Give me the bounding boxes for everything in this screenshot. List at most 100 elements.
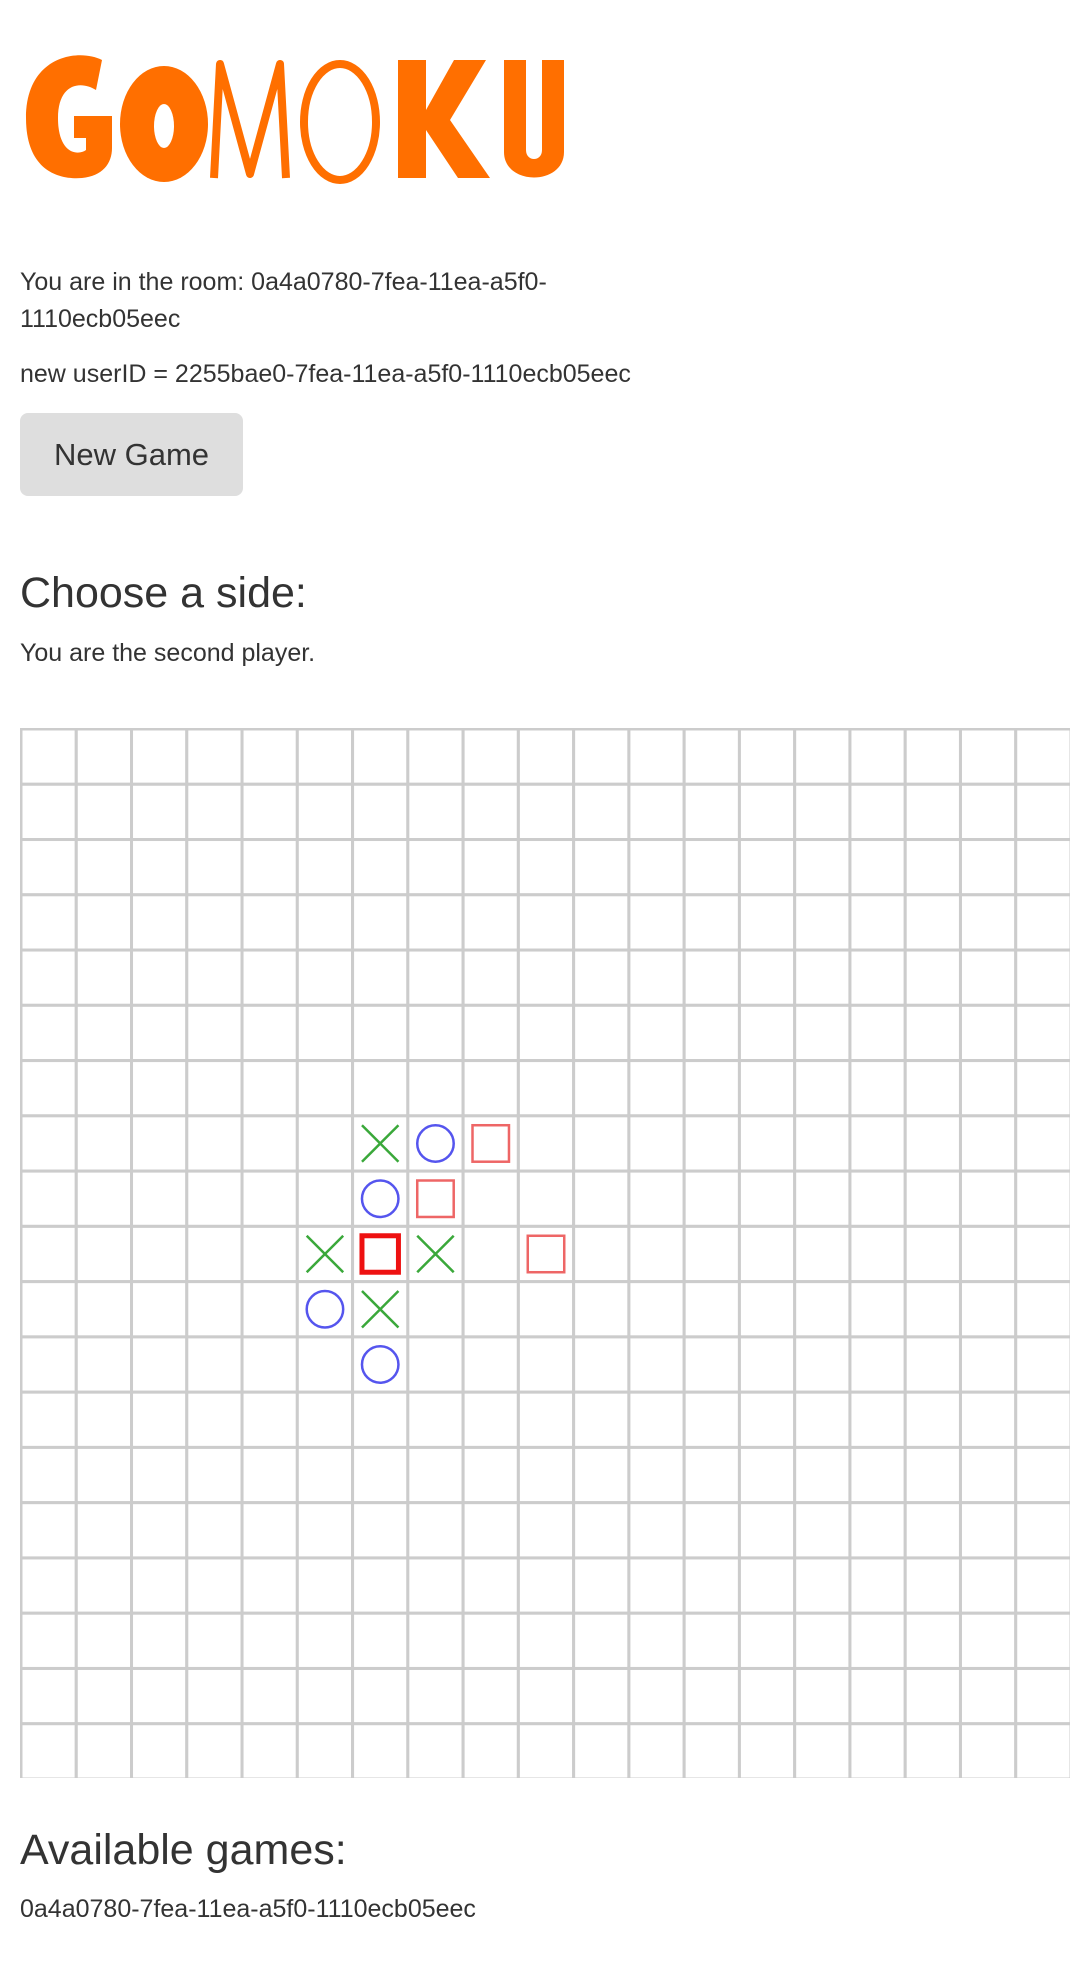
board-cell[interactable] (351, 1390, 410, 1449)
board-cell[interactable] (74, 893, 134, 952)
board-cell[interactable] (185, 1501, 244, 1560)
board-cell[interactable] (20, 838, 78, 897)
board-cell[interactable] (903, 1501, 962, 1560)
board-cell[interactable] (572, 1169, 631, 1228)
board-cell[interactable] (74, 1556, 134, 1615)
board-cell[interactable] (516, 1722, 576, 1778)
board-cell[interactable] (903, 1666, 962, 1726)
board-cell[interactable] (295, 1003, 355, 1063)
board-cell[interactable] (848, 1611, 907, 1670)
board-cell[interactable] (737, 1722, 797, 1778)
board-cell[interactable] (682, 1556, 741, 1615)
board-cell[interactable] (793, 893, 852, 952)
game-board[interactable] (20, 728, 1070, 1778)
board-cell[interactable] (74, 1611, 134, 1670)
board-cell[interactable] (958, 1666, 1018, 1726)
board-cell[interactable] (793, 1003, 852, 1063)
board-cell[interactable] (958, 948, 1018, 1007)
board-cell[interactable] (793, 1445, 852, 1505)
board-cell[interactable] (130, 728, 189, 786)
board-cell[interactable] (130, 1003, 189, 1063)
board-cell[interactable] (572, 1556, 631, 1615)
board-cell[interactable] (958, 893, 1018, 952)
board-cell[interactable] (848, 1390, 907, 1449)
board-cell[interactable] (461, 1280, 520, 1339)
board-cell[interactable] (406, 893, 465, 952)
board-cell[interactable] (1014, 1556, 1070, 1615)
board-cell[interactable] (20, 1445, 78, 1505)
board-cell[interactable] (130, 948, 189, 1007)
board-cell[interactable] (240, 728, 299, 786)
board-cell[interactable] (627, 838, 686, 897)
board-cell[interactable] (958, 1390, 1018, 1449)
board-cell[interactable] (572, 838, 631, 897)
board-cell[interactable] (793, 948, 852, 1007)
board-cell[interactable] (1014, 1224, 1070, 1284)
board-cell[interactable] (351, 1501, 410, 1560)
board-cell[interactable] (737, 1390, 797, 1449)
board-cell[interactable] (793, 1280, 852, 1339)
board-cell[interactable] (74, 1280, 134, 1339)
board-cell[interactable] (240, 1280, 299, 1339)
new-game-button[interactable]: New Game (20, 413, 243, 496)
board-cell[interactable] (295, 1390, 355, 1449)
board-cell[interactable] (461, 1003, 520, 1063)
board-cell[interactable] (516, 1169, 576, 1228)
board-cell[interactable] (130, 1280, 189, 1339)
board-cell[interactable] (295, 728, 355, 786)
board-cell[interactable] (627, 1003, 686, 1063)
board-cell[interactable] (848, 1445, 907, 1505)
board-cell[interactable] (130, 1059, 189, 1118)
board-cell[interactable] (130, 1722, 189, 1778)
board-cell[interactable] (682, 1501, 741, 1560)
board-cell[interactable] (572, 1224, 631, 1284)
board-cell[interactable] (627, 1556, 686, 1615)
board-cell[interactable] (682, 948, 741, 1007)
board-cell[interactable] (848, 1114, 907, 1173)
board-cell[interactable] (406, 1003, 465, 1063)
board-cell[interactable] (240, 782, 299, 842)
board-cell[interactable] (848, 838, 907, 897)
board-cell[interactable] (516, 1003, 576, 1063)
board-cell[interactable] (295, 1059, 355, 1118)
board-cell[interactable] (1014, 838, 1070, 897)
board-cell[interactable] (1014, 948, 1070, 1007)
board-cell[interactable] (1014, 1445, 1070, 1505)
board-cell[interactable] (240, 1445, 299, 1505)
board-cell[interactable] (461, 948, 520, 1007)
board-cell[interactable] (240, 838, 299, 897)
board-cell[interactable] (1014, 782, 1070, 842)
board-cell[interactable] (130, 782, 189, 842)
board-cell[interactable] (572, 1501, 631, 1560)
board-cell[interactable] (295, 1722, 355, 1778)
board-cell[interactable] (682, 1335, 741, 1394)
board-cell[interactable] (295, 1445, 355, 1505)
board-cell[interactable] (406, 1501, 465, 1560)
board-cell[interactable] (351, 1003, 410, 1063)
board-cell[interactable] (351, 1556, 410, 1615)
board-cell[interactable] (903, 1390, 962, 1449)
board-cell[interactable] (793, 1556, 852, 1615)
board-cell[interactable] (240, 948, 299, 1007)
board-cell[interactable] (240, 1390, 299, 1449)
board-cell[interactable] (903, 1224, 962, 1284)
board-cell[interactable] (1014, 1003, 1070, 1063)
board-cell[interactable] (516, 1280, 576, 1339)
board-cell[interactable] (20, 1114, 78, 1173)
board-cell[interactable] (295, 782, 355, 842)
board-cell[interactable] (572, 1335, 631, 1394)
board-cell[interactable] (793, 1611, 852, 1670)
board-cell[interactable] (627, 1390, 686, 1449)
board-cell[interactable] (903, 838, 962, 897)
board-cell[interactable] (20, 1666, 78, 1726)
board-cell[interactable] (1014, 893, 1070, 952)
board-cell[interactable] (903, 1445, 962, 1505)
board-cell[interactable] (20, 782, 78, 842)
board-cell[interactable] (516, 893, 576, 952)
board-cell[interactable] (185, 1666, 244, 1726)
board-cell[interactable] (848, 1501, 907, 1560)
board-cell[interactable] (903, 1114, 962, 1173)
board-cell[interactable] (130, 1390, 189, 1449)
board-cell[interactable] (903, 1556, 962, 1615)
board-cell[interactable] (793, 1335, 852, 1394)
